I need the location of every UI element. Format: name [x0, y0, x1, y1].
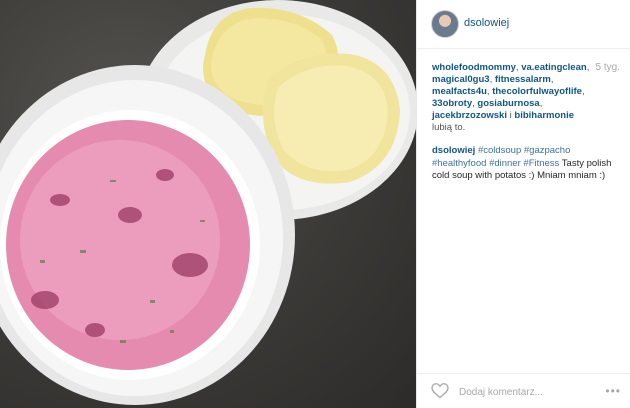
- liker-link[interactable]: magical0gu3: [432, 74, 490, 85]
- likes-connector: i: [509, 110, 512, 121]
- liker-link[interactable]: wholefoodmommy: [432, 62, 516, 73]
- post-photo[interactable]: [0, 0, 416, 408]
- heart-icon[interactable]: [431, 383, 449, 399]
- caption-author-link[interactable]: dsolowiej: [432, 145, 475, 156]
- liker-link[interactable]: bibiharmonie: [514, 110, 574, 121]
- liker-link[interactable]: thecolorfulwayoflife: [492, 86, 582, 97]
- user-avatar[interactable]: [431, 10, 459, 38]
- post-footer: •••: [417, 373, 630, 408]
- liker-link[interactable]: jacekbrzozowski: [432, 110, 507, 121]
- hashtag-link[interactable]: #healthyfood: [432, 158, 486, 169]
- liker-link[interactable]: va.eatingclean: [521, 62, 586, 73]
- comment-input[interactable]: [457, 382, 601, 402]
- hashtag-link[interactable]: #Fitness: [523, 158, 559, 169]
- username-link[interactable]: dsolowiej: [464, 17, 509, 29]
- post-header: dsolowiej: [417, 0, 630, 49]
- post-details-panel: dsolowiej 5 tyg. wholefoodmommy, va.eati…: [416, 0, 630, 408]
- likes-suffix: lubią to.: [432, 122, 466, 133]
- liker-link[interactable]: fitnessalarm: [495, 74, 551, 85]
- hashtag-link[interactable]: #gazpacho: [524, 145, 570, 156]
- liker-link[interactable]: mealfacts4u: [432, 86, 487, 97]
- more-options-icon[interactable]: •••: [605, 385, 621, 397]
- post-time[interactable]: 5 tyg.: [596, 62, 620, 73]
- liker-link[interactable]: gosiaburnosa: [477, 98, 539, 109]
- likes-list: wholefoodmommy, va.eatingclean, magical0…: [432, 62, 590, 133]
- liker-link[interactable]: 33obroty: [432, 98, 472, 109]
- hashtag-link[interactable]: #coldsoup: [478, 145, 521, 156]
- post-photo-image: [0, 0, 416, 405]
- hashtag-link[interactable]: #dinner: [489, 158, 521, 169]
- post-caption: dsolowiej #coldsoup #gazpacho #healthyfo…: [432, 145, 624, 183]
